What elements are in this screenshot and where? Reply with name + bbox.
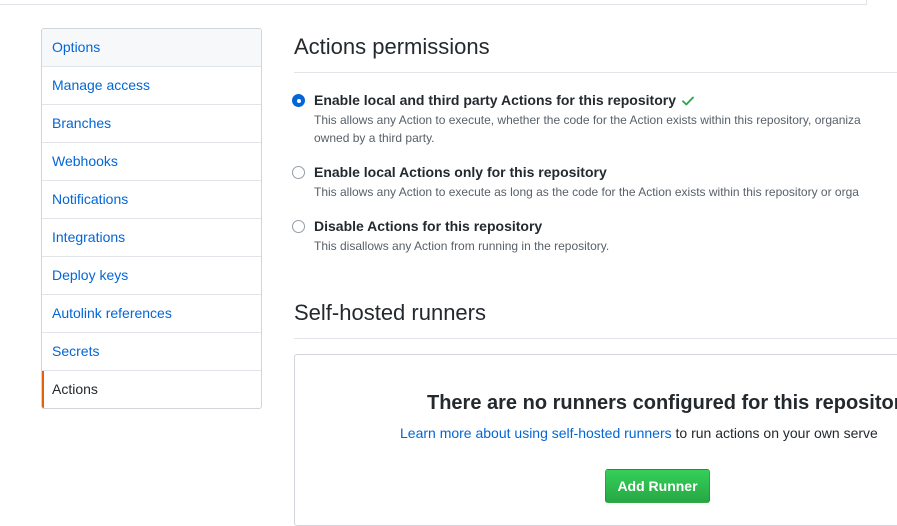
- check-icon: [682, 93, 694, 109]
- option-label: Enable local Actions only for this repos…: [314, 164, 607, 180]
- empty-state-suffix: to run actions on your own serve: [671, 425, 878, 441]
- actions-permissions-title: Actions permissions: [294, 34, 490, 59]
- radio-enable-local-third-party[interactable]: [292, 94, 305, 107]
- sidebar-item-autolink-references[interactable]: Autolink references: [42, 295, 261, 333]
- sidebar-item-manage-access[interactable]: Manage access: [42, 67, 261, 105]
- option-description: This disallows any Action from running i…: [314, 239, 610, 253]
- sidebar-item-webhooks[interactable]: Webhooks: [42, 143, 261, 181]
- learn-more-link[interactable]: Learn more about using self-hosted runne…: [400, 425, 672, 441]
- sidebar-item-actions[interactable]: Actions: [42, 371, 261, 408]
- sidebar-item-branches[interactable]: Branches: [42, 105, 261, 143]
- option-label: Enable local and third party Actions for…: [314, 92, 694, 109]
- title-divider: [294, 72, 897, 73]
- runners-title-divider: [294, 338, 897, 339]
- empty-state-title: There are no runners configured for this…: [427, 392, 897, 414]
- sidebar-item-integrations[interactable]: Integrations: [42, 219, 261, 257]
- top-divider: [0, 0, 867, 5]
- radio-disable-actions[interactable]: [292, 220, 305, 233]
- self-hosted-runners-title: Self-hosted runners: [294, 300, 486, 325]
- settings-sidebar: Options Manage access Branches Webhooks …: [41, 28, 262, 409]
- runners-empty-state: There are no runners configured for this…: [294, 354, 897, 526]
- option-description: This allows any Action to execute, wheth…: [314, 113, 861, 145]
- sidebar-item-options[interactable]: Options: [42, 29, 261, 67]
- sidebar-item-notifications[interactable]: Notifications: [42, 181, 261, 219]
- empty-state-description: Learn more about using self-hosted runne…: [400, 425, 878, 441]
- sidebar-item-secrets[interactable]: Secrets: [42, 333, 261, 371]
- radio-enable-local-only[interactable]: [292, 166, 305, 179]
- add-runner-button[interactable]: Add Runner: [605, 469, 710, 503]
- option-description: This allows any Action to execute as lon…: [314, 185, 859, 199]
- option-label: Disable Actions for this repository: [314, 218, 543, 234]
- sidebar-item-deploy-keys[interactable]: Deploy keys: [42, 257, 261, 295]
